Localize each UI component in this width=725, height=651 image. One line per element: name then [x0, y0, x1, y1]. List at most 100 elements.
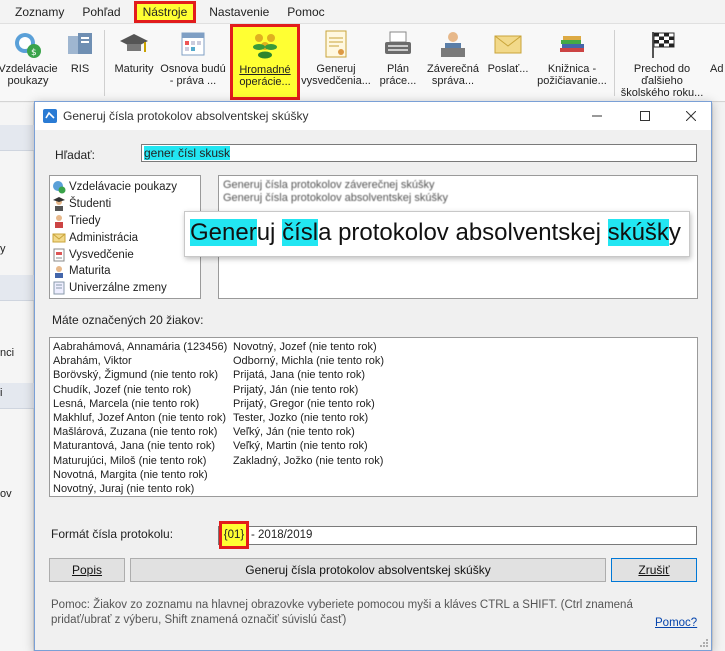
ribbon-label: Knižnica - [547, 63, 597, 75]
category-item-vysvedcenie[interactable]: Vysvedčenie [52, 246, 198, 263]
selected-count-label: Máte označených 20 žiakov: [52, 313, 204, 327]
class-icon [55, 214, 63, 228]
dialog-title-bar[interactable]: Generuj čísla protokolov absolventskej s… [35, 102, 711, 130]
left-pane-band[interactable] [0, 125, 34, 151]
format-label: Formát čísla protokolu: [51, 527, 174, 541]
minimize-button[interactable] [577, 102, 617, 130]
voucher-icon: $ [15, 33, 41, 58]
ribbon-label: - práva ... [169, 75, 217, 87]
ribbon-kniznica-button[interactable]: Knižnica - požičiavanie... [536, 26, 608, 100]
category-list[interactable]: Vzdelávacie poukazy Študenti Triedy Admi… [49, 175, 201, 299]
left-pane-band[interactable] [0, 275, 34, 301]
search-result-item[interactable]: Generuj čísla protokolov záverečnej skúš… [223, 179, 693, 192]
selected-students-list[interactable]: Aabrahámová, Annamária (123456) Abrahám,… [49, 337, 698, 497]
list-item: Chudík, Jozef (nie tento rok) [53, 383, 192, 396]
category-item-administracia[interactable]: Administrácia [52, 229, 198, 246]
list-item: Prijatý, Gregor (nie tento rok) [233, 397, 375, 410]
ribbon-separator [614, 30, 615, 96]
list-item: Tester, Jozko (nie tento rok) [233, 411, 369, 424]
left-pane-text: y [0, 243, 6, 255]
generate-protocols-button[interactable]: Generuj čísla protokolov absolventskej s… [130, 558, 606, 582]
menu-pohlad[interactable]: Pohľad [73, 2, 129, 22]
ribbon-label: operácie... [239, 76, 291, 88]
category-label: Administrácia [69, 231, 139, 244]
maximize-button[interactable] [625, 102, 665, 130]
search-label: Hľadať: [55, 148, 96, 162]
menu-nastavenie[interactable]: Nastavenie [200, 2, 278, 22]
ribbon-vzdelavacie-poukazy-button[interactable]: $ Vzdelávacie poukazy [0, 26, 58, 100]
close-button[interactable] [671, 102, 711, 130]
list-item: Aabrahámová, Annamária (123456) [53, 341, 228, 353]
menu-zoznamy[interactable]: Zoznamy [6, 2, 73, 22]
list-item: Prijatá, Jana (nie tento rok) [233, 369, 366, 382]
ribbon-label: Vzdelávacie [0, 63, 58, 75]
ribbon-maturity-button[interactable]: Maturity [110, 26, 158, 100]
ribbon-plan-prace-button[interactable]: Plán práce... [375, 26, 421, 100]
cancel-button[interactable]: Zrušiť [611, 558, 697, 582]
resize-grip-icon[interactable] [699, 638, 709, 648]
list-item: Novotný, Juraj (nie tento rok) [53, 482, 195, 495]
list-item: Makhluf, Jozef Anton (nie tento rok) [53, 411, 227, 424]
ribbon-hromadne-operacie-button[interactable]: Hromadné operácie... [230, 24, 300, 100]
left-pane-text: i [0, 387, 3, 399]
main-right-strip [712, 103, 725, 651]
voucher-icon [53, 181, 66, 194]
category-label: Univerzálne zmeny [69, 282, 167, 295]
protocol-format-input[interactable]: - 2018/2019 [218, 526, 697, 545]
ribbon-label: RIS [70, 63, 90, 75]
ribbon-label: Plán [386, 63, 410, 75]
category-item-vzdelavacie-poukazy[interactable]: Vzdelávacie poukazy [52, 179, 198, 196]
menu-pomoc[interactable]: Pomoc [278, 2, 333, 22]
list-item: Odborný, Michla (nie tento rok) [233, 355, 385, 368]
category-label: Vysvedčenie [69, 248, 134, 261]
button-label: Generuj čísla protokolov absolventskej s… [245, 563, 491, 577]
category-item-studenti[interactable]: Študenti [52, 196, 198, 213]
maximize-icon [640, 111, 650, 121]
ribbon-label: požičiavanie... [537, 75, 607, 87]
tooltip-match: čísl [282, 219, 319, 246]
tooltip-match: Gener [190, 219, 257, 246]
category-item-maturita[interactable]: Maturita [52, 263, 198, 280]
button-label: Popis [71, 563, 103, 577]
search-input-value: gener čísl skusk [144, 146, 231, 160]
typewriter-icon [385, 31, 411, 54]
popis-button[interactable]: Popis [49, 558, 125, 582]
list-item: Maturantová, Jana (nie tento rok) [53, 440, 216, 453]
ribbon-more-button[interactable]: Ad [710, 26, 725, 100]
ribbon-zaverecna-sprava-button[interactable]: Záverečná správa... [423, 26, 483, 100]
ribbon-generuj-vysvedcenia-button[interactable]: Generuj vysvedčenia... [301, 26, 371, 100]
ribbon-label: Záverečná [427, 63, 479, 75]
generate-protocol-numbers-dialog: Generuj čísla protokolov absolventskej s… [34, 101, 712, 651]
ribbon-label: Generuj [316, 63, 356, 75]
category-item-univerzalne-zmeny[interactable]: Univerzálne zmeny [52, 280, 198, 297]
list-item: Mašlárová, Zuzana (nie tento rok) [53, 426, 218, 439]
ris-icon [68, 33, 92, 54]
ribbon-poslat-button[interactable]: Poslať... [486, 26, 530, 100]
student-icon [53, 197, 65, 212]
ribbon-osnova-button[interactable]: Osnova budú - práva ... [160, 26, 226, 100]
ribbon-toolbar: $ Vzdelávacie poukazy RIS Maturity Osnov… [0, 24, 725, 102]
ribbon-label: školského roku... [620, 87, 704, 99]
search-input[interactable]: gener čísl skusk [141, 144, 697, 162]
left-pane-band[interactable] [0, 383, 34, 409]
menu-nastroje[interactable]: Nástroje [133, 0, 197, 23]
ribbon-ris-button[interactable]: RIS [60, 26, 100, 100]
report-icon [441, 32, 465, 57]
ribbon-label: Prechod do [633, 63, 691, 75]
group-icon [253, 34, 277, 59]
tooltip-text: a protokolov absolventskej [318, 219, 608, 246]
category-item-triedy[interactable]: Triedy [52, 213, 198, 230]
ribbon-label: Hromadné [239, 64, 291, 76]
more-icon [710, 28, 725, 60]
list-item: Borövský, Žigmund (nie tento rok) [53, 369, 219, 382]
main-left-pane: y nci i ov [0, 103, 34, 651]
document-icon [53, 281, 65, 295]
ribbon-prechod-button[interactable]: Prechod do ďalšieho školského roku... [620, 26, 704, 100]
category-label: Študenti [69, 198, 112, 211]
list-item: Zakladný, Jožko (nie tento rok) [233, 454, 384, 467]
help-link[interactable]: Pomoc? [655, 617, 697, 629]
list-item: Veľký, Ján (nie tento rok) [233, 426, 355, 439]
search-result-item[interactable]: Generuj čísla protokolov absolventskej s… [223, 192, 693, 205]
format-token-highlight[interactable]: {01} [219, 521, 249, 549]
category-label: Vzdelávacie poukazy [69, 181, 178, 194]
